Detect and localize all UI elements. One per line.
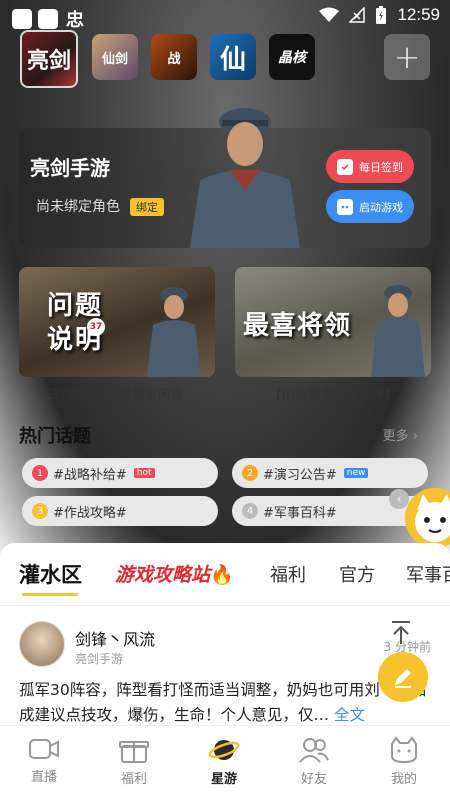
friends-icon: [299, 738, 329, 763]
banner-art-text: 问题说明: [47, 291, 104, 355]
rank-badge: 4: [242, 503, 258, 519]
banner-faq[interactable]: 问题说明 37: [19, 267, 215, 377]
nav-friends[interactable]: 好友: [284, 736, 344, 787]
wifi-icon: [319, 7, 340, 22]
game-icon-liangjian[interactable]: 亮剑: [20, 30, 78, 88]
topic-item[interactable]: 3 #作战攻略#: [22, 496, 218, 526]
more-topics-link[interactable]: 更多 ›: [383, 425, 418, 444]
tab-chat[interactable]: 灌水区: [19, 559, 82, 589]
bottom-navigation: 直播 福利 星游 好友 我的: [0, 725, 450, 800]
game-icon-jinghe[interactable]: 晶核: [269, 34, 315, 80]
nav-live[interactable]: 直播: [14, 736, 74, 785]
nav-welfare[interactable]: 福利: [104, 736, 164, 787]
hot-tag: hot: [133, 468, 155, 478]
gamepad-icon: [337, 198, 353, 215]
new-tag: new: [343, 468, 369, 478]
clock: 12:59: [397, 5, 440, 24]
chevron-left-icon: ‹: [396, 492, 402, 506]
nav-me[interactable]: 我的: [374, 736, 434, 787]
rank-badge: 2: [242, 465, 258, 481]
tab-official[interactable]: 官方: [339, 561, 375, 587]
soldier-illustration: [147, 287, 201, 377]
game-icon-war[interactable]: 战: [151, 34, 197, 80]
flame-icon: 🔥: [210, 564, 234, 586]
daily-checkin-button[interactable]: 每日签到: [326, 150, 414, 183]
nav-star-games[interactable]: 星游: [194, 736, 254, 787]
soldier-illustration: [371, 285, 425, 377]
bind-role-button[interactable]: 绑定: [130, 198, 164, 216]
banner-favorite-general[interactable]: 最喜将领: [235, 267, 431, 377]
banner-art-text: 最喜将领: [243, 311, 352, 341]
tab-indicator: [22, 593, 78, 596]
cat-icon: [391, 736, 417, 764]
tab-welfare[interactable]: 福利: [270, 561, 306, 587]
status-bar: 忠 12:59: [0, 0, 450, 32]
banner-caption[interactable]: 【山海相逢—第①弹】: [235, 384, 431, 403]
compose-post-button[interactable]: [378, 652, 428, 702]
hot-topics-title: 热门话题: [19, 426, 91, 447]
banner-caption[interactable]: 37客户端升级常见问题: [19, 384, 215, 403]
scroll-to-top-icon[interactable]: [389, 620, 413, 646]
signal-icon: [349, 7, 366, 23]
calendar-icon: [337, 158, 353, 175]
gift-icon: [119, 741, 149, 763]
add-game-button[interactable]: +: [384, 34, 430, 80]
rank-badge: 3: [32, 503, 48, 519]
banner-badge: 37: [87, 318, 105, 336]
role-status: 尚未绑定角色: [36, 199, 120, 215]
topic-item[interactable]: 1 #战略补给# hot: [22, 458, 218, 488]
notification-icon: [38, 9, 58, 29]
tab-military[interactable]: 军事百: [406, 561, 450, 587]
notification-icon: [12, 9, 32, 29]
live-icon: [29, 739, 59, 759]
tab-game-guide[interactable]: 游戏攻略站🔥: [115, 560, 234, 587]
soldier-illustration: [190, 108, 300, 248]
section-tabs: 灌水区 游戏攻略站🔥 福利 官方 军事百: [0, 543, 450, 605]
game-title: 亮剑手游: [30, 156, 110, 180]
post-body: 孤军30阵容，阵型看打怪而适当调整，奶妈也可用刘飞，加成建议点技攻，爆伤，生命！…: [19, 681, 427, 724]
chevron-right-icon: ›: [412, 429, 418, 444]
game-switcher: 亮剑 仙剑 战 仙 晶核 +: [20, 30, 430, 88]
avatar[interactable]: [19, 621, 65, 667]
battery-icon: [376, 6, 387, 24]
collapse-mascot-button[interactable]: ‹: [389, 489, 409, 509]
game-icon-xian[interactable]: 仙: [210, 34, 256, 80]
launch-game-button[interactable]: 启动游戏: [326, 190, 414, 223]
author-name[interactable]: 剑锋丶风流: [75, 626, 155, 650]
bug-icon: 忠: [66, 10, 84, 31]
game-icon-xianjian[interactable]: 仙剑: [92, 34, 138, 80]
topic-item[interactable]: 2 #演习公告# new: [232, 458, 428, 488]
plus-icon: +: [393, 38, 421, 76]
planet-icon: [208, 740, 240, 760]
author-game: 亮剑手游: [75, 652, 124, 666]
rank-badge: 1: [32, 465, 48, 481]
pen-icon: [395, 669, 411, 688]
expand-post-link[interactable]: 全文: [334, 706, 365, 724]
